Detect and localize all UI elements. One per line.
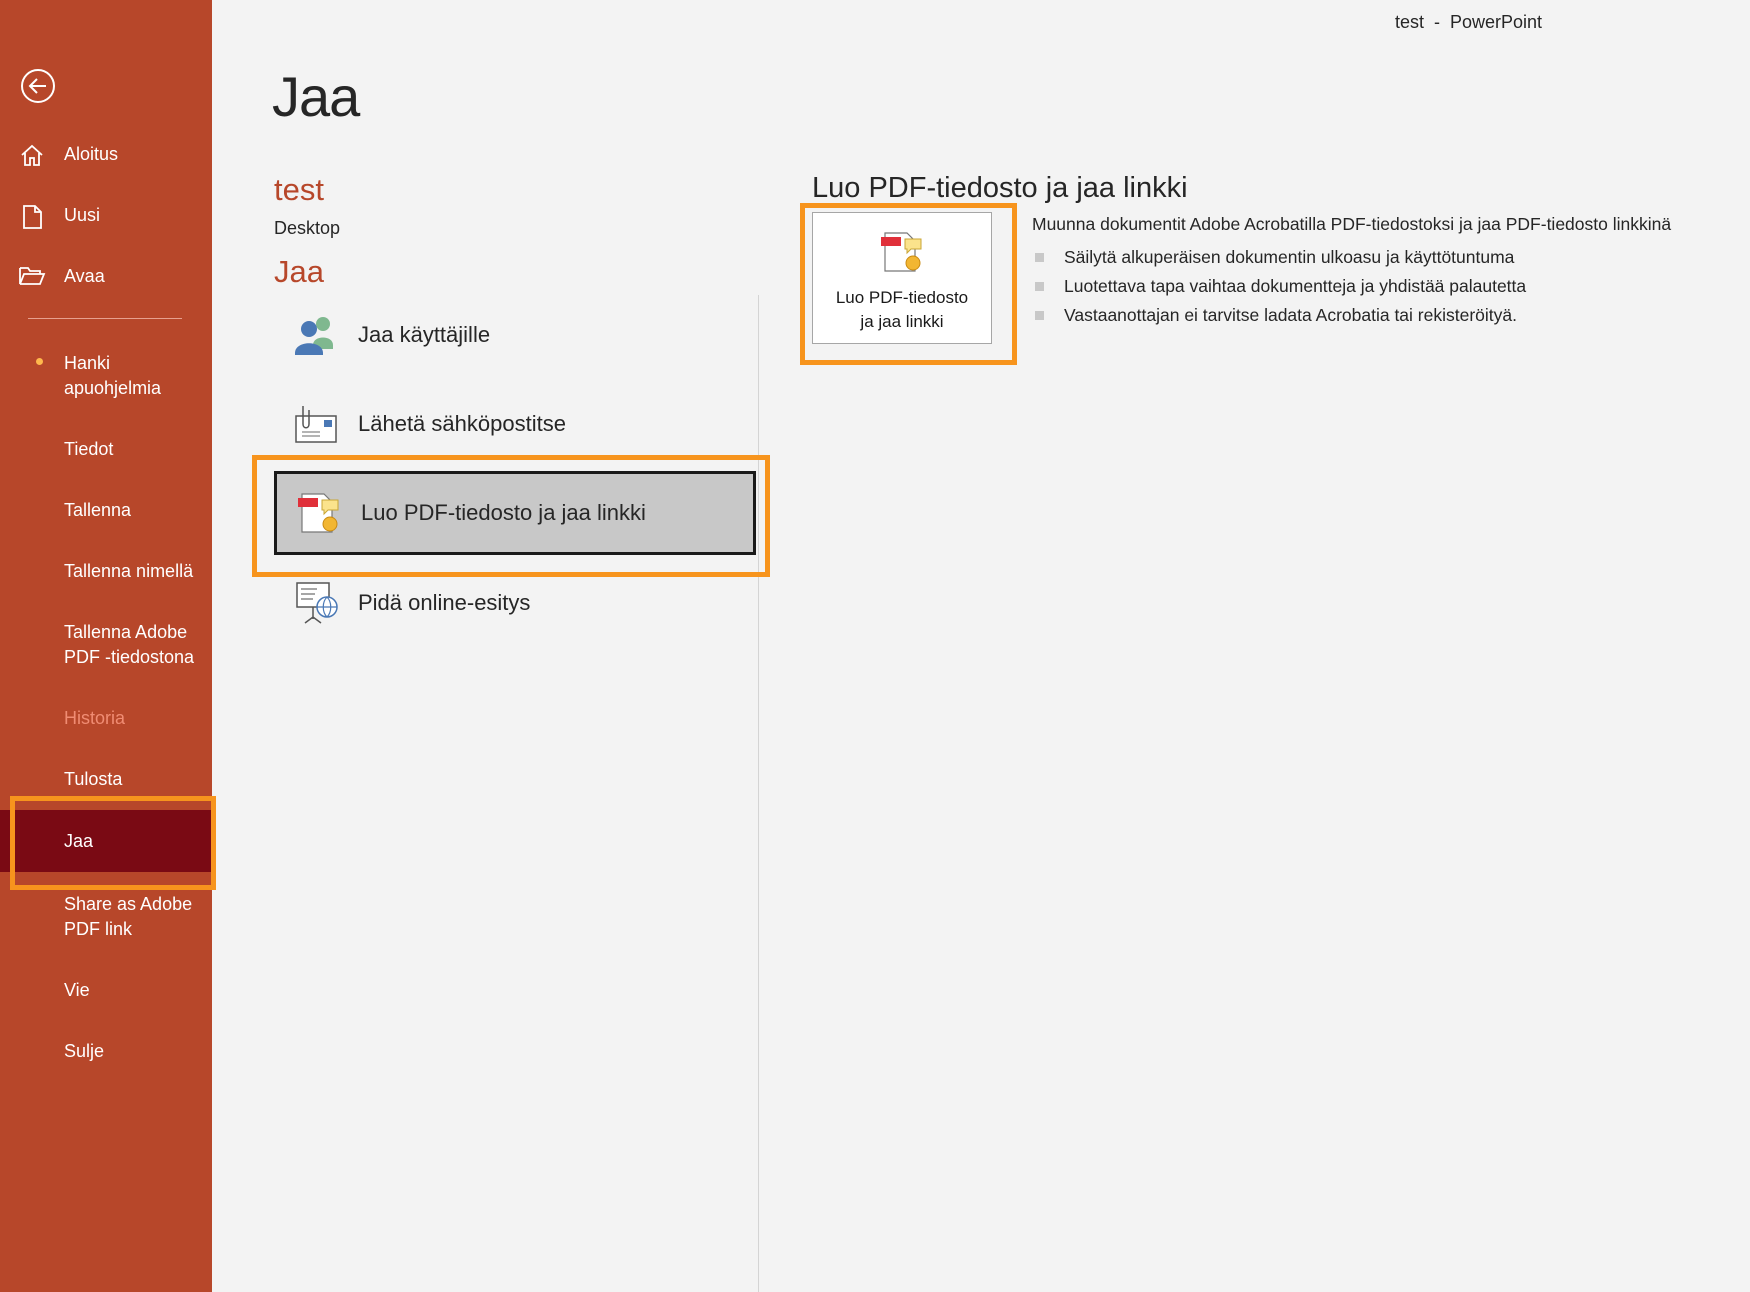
sidebar-divider	[28, 318, 182, 319]
share-option-send-email[interactable]: Lähetä sähköpostitse	[274, 384, 756, 464]
nav-item-save-as[interactable]: Tallenna nimellä	[0, 559, 212, 584]
nav-item-label: Tulosta	[64, 769, 123, 789]
nav-item-open[interactable]: Avaa	[0, 264, 212, 289]
backstage-sidebar: Aloitus Uusi Avaa Hanki apuohjelmia Tied…	[0, 0, 212, 1292]
nav-item-label: Uusi	[64, 205, 101, 225]
nav-item-label: Tallenna Adobe PDF -tiedostona	[64, 622, 195, 667]
share-option-share-with-people[interactable]: Jaa käyttäjille	[274, 295, 756, 375]
share-option-label: Jaa käyttäjille	[358, 322, 491, 347]
nav-item-home[interactable]: Aloitus	[0, 142, 212, 167]
nav-item-share-adobe-pdf-link[interactable]: Share as Adobe PDF link	[0, 892, 212, 942]
detail-heading: Luo PDF-tiedosto ja jaa linkki	[812, 172, 1188, 204]
nav-item-label: Hanki apuohjelmia	[64, 353, 162, 398]
feature-description: Muunna dokumentit Adobe Acrobatilla PDF-…	[1032, 214, 1672, 234]
bullet-text: Vastaanottajan ei tarvitse ladata Acroba…	[1064, 305, 1517, 325]
bullet-square-icon	[1035, 253, 1044, 262]
nav-item-new[interactable]: Uusi	[0, 203, 212, 230]
share-people-icon	[274, 313, 358, 357]
nav-item-label: Aloitus	[64, 144, 119, 164]
share-option-label: Pidä online-esitys	[358, 590, 531, 615]
nav-item-save[interactable]: Tallenna	[0, 498, 212, 523]
share-option-label: Lähetä sähköpostitse	[358, 411, 566, 436]
nav-item-label: Historia	[64, 708, 126, 728]
nav-item-label: Tallenna	[64, 500, 132, 520]
bullet-square-icon	[1035, 311, 1044, 320]
nav-item-save-as-adobe-pdf[interactable]: Tallenna Adobe PDF -tiedostona	[0, 620, 212, 670]
page-title: Jaa	[272, 65, 360, 128]
online-presentation-icon	[274, 579, 358, 627]
nav-item-close[interactable]: Sulje	[0, 1039, 212, 1064]
bullet-square-icon	[1035, 282, 1044, 291]
feature-bullet-list: Säilytä alkuperäisen dokumentin ulkoasu …	[1032, 243, 1526, 330]
nav-item-history[interactable]: Historia	[0, 706, 212, 731]
highlight-outline	[252, 455, 770, 577]
panel-divider	[758, 295, 759, 1292]
share-option-present-online[interactable]: Pidä online-esitys	[274, 563, 756, 643]
nav-item-label: Tallenna nimellä	[64, 561, 194, 581]
open-folder-icon	[0, 264, 64, 287]
highlight-outline	[800, 203, 1017, 365]
bullet-text: Säilytä alkuperäisen dokumentin ulkoasu …	[1064, 247, 1515, 267]
nav-item-print[interactable]: Tulosta	[0, 767, 212, 792]
window-title: test - PowerPoint	[1395, 12, 1543, 32]
new-document-icon	[0, 203, 64, 230]
nav-item-get-addins[interactable]: Hanki apuohjelmia	[0, 351, 212, 401]
list-item: Vastaanottajan ei tarvitse ladata Acroba…	[1032, 301, 1526, 330]
document-location: Desktop	[274, 218, 341, 238]
nav-item-label: Vie	[64, 980, 90, 1000]
bullet-text: Luotettava tapa vaihtaa dokumentteja ja …	[1064, 276, 1527, 296]
nav-item-export[interactable]: Vie	[0, 978, 212, 1003]
nav-item-label: Sulje	[64, 1041, 105, 1061]
back-arrow-icon[interactable]	[20, 68, 56, 104]
highlight-outline	[10, 796, 216, 890]
nav-item-label: Share as Adobe PDF link	[64, 894, 193, 939]
list-item: Luotettava tapa vaihtaa dokumentteja ja …	[1032, 272, 1526, 301]
list-item: Säilytä alkuperäisen dokumentin ulkoasu …	[1032, 243, 1526, 272]
document-name: test	[274, 172, 324, 207]
nav-item-label: Tiedot	[64, 439, 114, 459]
section-heading: Jaa	[274, 254, 324, 289]
nav-item-info[interactable]: Tiedot	[0, 437, 212, 462]
nav-item-label: Avaa	[64, 266, 105, 286]
email-attachment-icon	[274, 402, 358, 446]
home-icon	[0, 142, 64, 167]
